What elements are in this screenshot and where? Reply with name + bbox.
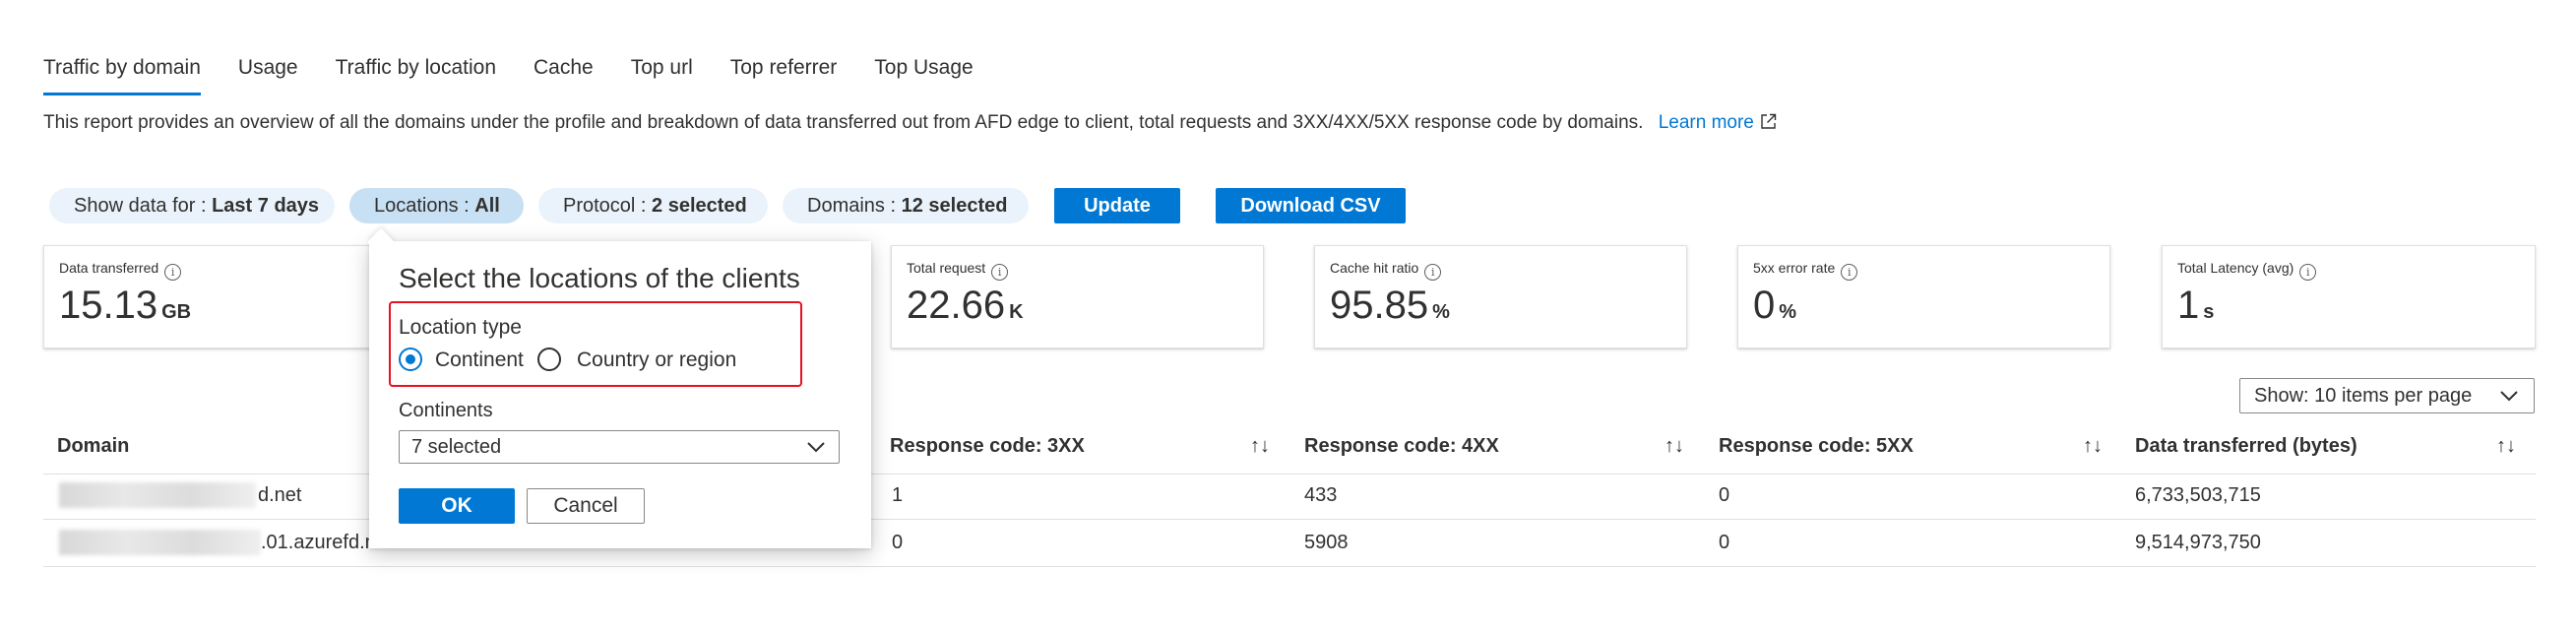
chevron-down-icon xyxy=(2498,379,2520,423)
tab-cache[interactable]: Cache xyxy=(534,51,594,93)
items-per-page-value: Show: 10 items per page xyxy=(2254,385,2473,407)
metric-label: Total request xyxy=(907,260,986,276)
cell-5xx: 0 xyxy=(1719,484,1730,506)
info-icon[interactable]: i xyxy=(164,264,182,281)
metric-value: 22.66 xyxy=(907,284,1006,327)
locations-label: Locations : xyxy=(374,195,475,217)
cell-4xx: 433 xyxy=(1304,484,1338,506)
cell-bytes: 6,733,503,715 xyxy=(2135,484,2261,506)
metric-label: Cache hit ratio xyxy=(1330,260,1419,276)
radio-continent[interactable] xyxy=(399,348,422,371)
chevron-down-icon xyxy=(805,431,827,473)
info-icon[interactable]: i xyxy=(1841,264,1858,281)
description-text: This report provides an overview of all … xyxy=(43,112,1644,133)
tab-traffic-by-domain[interactable]: Traffic by domain xyxy=(43,51,201,95)
metric-card-data-transferred: Data transferred i 15.13 GB xyxy=(43,245,417,348)
protocol-label: Protocol : xyxy=(563,195,653,217)
tab-top-url[interactable]: Top url xyxy=(631,51,693,93)
sort-icon[interactable]: ↑↓ xyxy=(2496,435,2516,458)
metric-unit: % xyxy=(1432,301,1450,323)
locations-value: All xyxy=(474,195,500,217)
domains-value: 12 selected xyxy=(901,195,1008,217)
column-header-domain[interactable]: Domain xyxy=(57,435,129,458)
metric-card-total-latency: Total Latency (avg) i 1s xyxy=(2162,245,2536,348)
download-csv-button[interactable]: Download CSV xyxy=(1216,188,1406,223)
metric-value: 95.85 xyxy=(1330,284,1429,327)
info-icon[interactable]: i xyxy=(1424,264,1442,281)
update-button[interactable]: Update xyxy=(1054,188,1180,223)
show-data-value: Last 7 days xyxy=(212,195,320,217)
report-tabs: Traffic by domain Usage Traffic by locat… xyxy=(43,51,1011,95)
cell-bytes: 9,514,973,750 xyxy=(2135,532,2261,553)
location-type-label: Location type xyxy=(399,316,522,339)
metric-unit: K xyxy=(1009,301,1024,323)
highlight-box xyxy=(389,301,802,387)
continents-value: 7 selected xyxy=(411,436,502,458)
cell-5xx: 0 xyxy=(1719,532,1730,553)
external-link-icon xyxy=(1761,113,1777,129)
metric-card-cache-hit-ratio: Cache hit ratio i 95.85% xyxy=(1314,245,1687,348)
callout-title: Select the locations of the clients xyxy=(399,263,800,293)
cell-4xx: 5908 xyxy=(1304,532,1349,553)
info-icon[interactable]: i xyxy=(991,264,1009,281)
metric-unit: GB xyxy=(161,301,192,323)
metric-value: 1 xyxy=(2177,284,2200,327)
redacted-domain xyxy=(59,482,256,508)
protocol-value: 2 selected xyxy=(652,195,747,217)
redacted-domain xyxy=(59,530,261,555)
metric-value: 15.13 xyxy=(59,284,158,327)
tab-traffic-by-location[interactable]: Traffic by location xyxy=(336,51,496,93)
cell-domain: d.net xyxy=(258,484,302,506)
learn-more-label: Learn more xyxy=(1658,112,1754,133)
tab-usage[interactable]: Usage xyxy=(238,51,298,93)
continents-label: Continents xyxy=(399,400,493,421)
domains-filter[interactable]: Domains : 12 selected xyxy=(783,188,1029,223)
cell-domain: .01.azurefd.n xyxy=(261,532,376,553)
column-header-5xx[interactable]: Response code: 5XX xyxy=(1719,435,1914,458)
locations-filter[interactable]: Locations : All xyxy=(349,188,524,223)
column-header-4xx[interactable]: Response code: 4XX xyxy=(1304,435,1499,458)
cell-3xx: 1 xyxy=(892,484,904,506)
ok-button[interactable]: OK xyxy=(399,488,515,524)
info-icon[interactable]: i xyxy=(2299,264,2317,281)
sort-icon[interactable]: ↑↓ xyxy=(2083,435,2103,458)
metric-unit: s xyxy=(2203,301,2215,323)
metric-value: 0 xyxy=(1753,284,1776,327)
show-data-filter[interactable]: Show data for : Last 7 days xyxy=(49,188,335,223)
learn-more-link[interactable]: Learn more xyxy=(1659,112,1777,133)
sort-icon[interactable]: ↑↓ xyxy=(1250,435,1270,458)
radio-country-label[interactable]: Country or region xyxy=(577,348,736,372)
domains-label: Domains : xyxy=(807,195,902,217)
metric-unit: % xyxy=(1779,301,1797,323)
sort-icon[interactable]: ↑↓ xyxy=(1665,435,1684,458)
column-header-3xx[interactable]: Response code: 3XX xyxy=(890,435,1085,458)
metric-label: 5xx error rate xyxy=(1753,260,1836,276)
metric-label: Data transferred xyxy=(59,260,159,276)
radio-continent-label[interactable]: Continent xyxy=(435,348,524,372)
tab-top-usage[interactable]: Top Usage xyxy=(874,51,973,93)
column-header-data-transferred[interactable]: Data transferred (bytes) xyxy=(2135,435,2357,458)
tab-top-referrer[interactable]: Top referrer xyxy=(730,51,838,93)
metric-label: Total Latency (avg) xyxy=(2177,260,2294,276)
cancel-button[interactable]: Cancel xyxy=(527,488,645,524)
metric-card-5xx-error-rate: 5xx error rate i 0% xyxy=(1737,245,2110,348)
metric-card-total-request: Total request i 22.66 K xyxy=(891,245,1264,348)
locations-callout: Select the locations of the clients Loca… xyxy=(369,241,871,548)
cell-3xx: 0 xyxy=(892,532,904,553)
show-data-label: Show data for : xyxy=(74,195,213,217)
radio-country-or-region[interactable] xyxy=(537,348,561,371)
continents-dropdown[interactable]: 7 selected xyxy=(399,430,840,464)
items-per-page-dropdown[interactable]: Show: 10 items per page xyxy=(2239,378,2535,413)
protocol-filter[interactable]: Protocol : 2 selected xyxy=(538,188,768,223)
report-description: This report provides an overview of all … xyxy=(43,112,1777,134)
divider xyxy=(43,566,2536,567)
